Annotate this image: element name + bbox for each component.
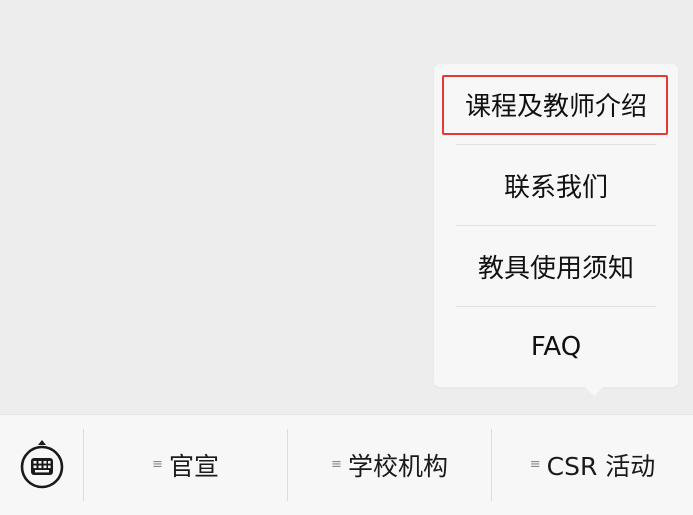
tab-school-institution[interactable]: ≡ 学校机构 (288, 415, 491, 515)
tab-csr-activity[interactable]: ≡ CSR 活动 (492, 415, 693, 515)
tab-label: CSR 活动 (546, 452, 656, 481)
menu-lines-icon: ≡ (529, 456, 541, 472)
menu-item-label: 教具使用须知 (477, 253, 634, 284)
menu-item-course-teacher-intro[interactable]: 课程及教师介绍 (434, 64, 678, 144)
bottom-menu-bar: ≡ 官宣 ≡ 学校机构 ≡ CSR 活动 (0, 414, 693, 515)
submenu-popup: 课程及教师介绍 联系我们 教具使用须知 FAQ (434, 64, 678, 396)
keyboard-icon (20, 440, 63, 489)
menu-item-teaching-aid-notice[interactable]: 教具使用须知 (434, 226, 678, 306)
tab-label: 官宣 (168, 452, 219, 481)
tab-label: 学校机构 (347, 452, 448, 481)
menu-item-contact-us[interactable]: 联系我们 (434, 145, 678, 225)
menu-item-label: 联系我们 (503, 172, 608, 203)
menu-lines-icon: ≡ (152, 456, 163, 472)
chat-screen: 课程及教师介绍 联系我们 教具使用须知 FAQ ≡ 官宣 ≡ 学校机构 ≡ CS… (0, 0, 693, 515)
tab-official-announcement[interactable]: ≡ 官宣 (84, 415, 287, 515)
menu-lines-icon: ≡ (331, 456, 342, 472)
keyboard-toggle-button[interactable] (0, 415, 83, 515)
menu-item-label: FAQ (530, 332, 582, 362)
menu-item-label: 课程及教师介绍 (464, 91, 647, 122)
menu-item-faq[interactable]: FAQ (434, 307, 678, 387)
